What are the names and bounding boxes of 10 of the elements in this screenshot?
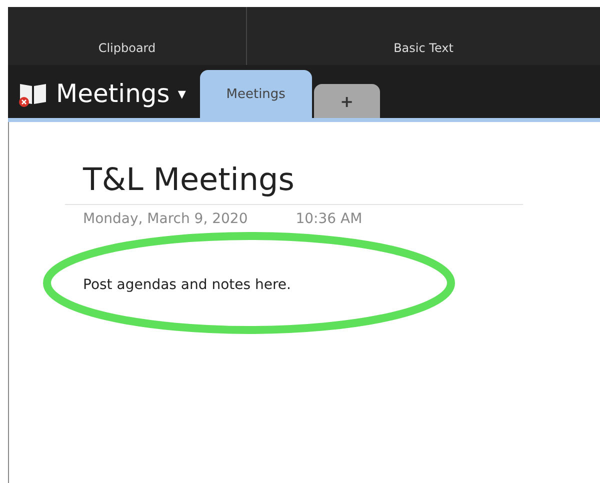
- ribbon-group-label: Basic Text: [394, 41, 454, 55]
- page-time: 10:36 AM: [296, 211, 362, 227]
- section-tab[interactable]: Meetings: [200, 70, 312, 118]
- page-date: Monday, March 9, 2020: [83, 211, 248, 227]
- note-text: Post agendas and notes here.: [83, 277, 292, 293]
- dropdown-caret[interactable]: ▾: [178, 84, 186, 103]
- ribbon-group-label: Clipboard: [98, 41, 156, 55]
- notebook-title[interactable]: Meetings: [56, 79, 170, 108]
- page-title: T&L Meetings: [65, 162, 523, 205]
- section-tab[interactable]: +: [314, 84, 380, 118]
